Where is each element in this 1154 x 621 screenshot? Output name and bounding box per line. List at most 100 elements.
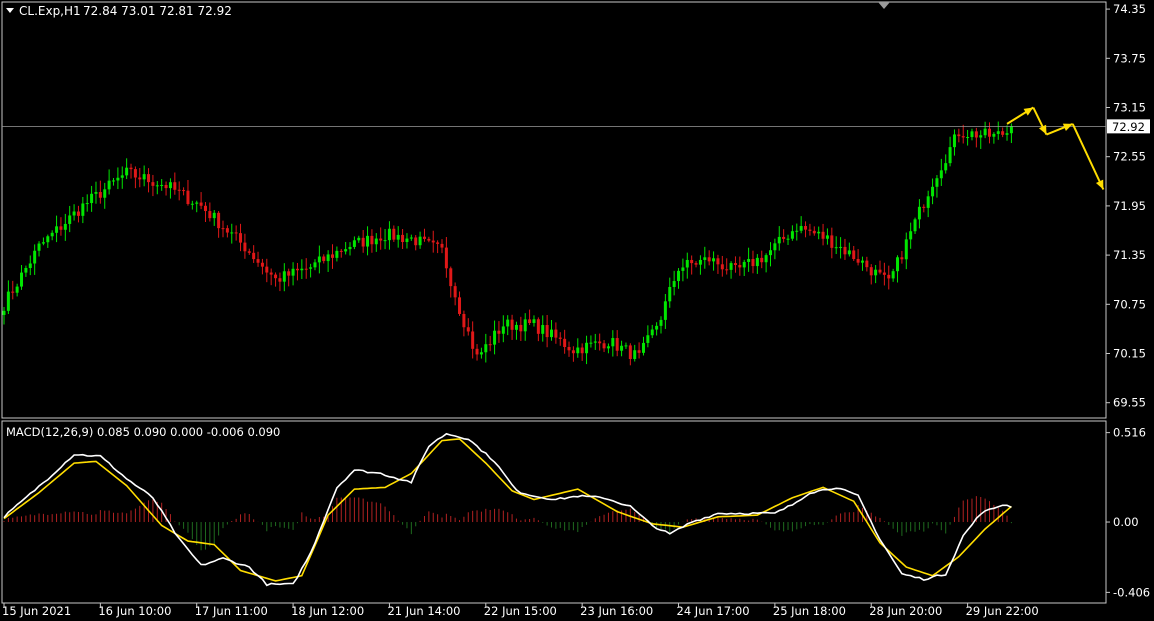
candle-body-134 xyxy=(589,342,593,344)
candle-body-203 xyxy=(891,271,895,279)
candle-body-93 xyxy=(409,237,413,239)
candle-body-16 xyxy=(72,211,76,216)
macd-header: MACD(12,26,9) 0.085 0.090 0.000 -0.006 0… xyxy=(6,425,280,439)
candle-body-32 xyxy=(142,174,146,180)
time-axis: 15 Jun 2021 16 Jun 10:00 17 Jun 11:00 18 Ju… xyxy=(2,603,1039,618)
candle-body-155 xyxy=(681,267,685,271)
candle-body-202 xyxy=(887,274,891,279)
candle-body-125 xyxy=(550,329,553,338)
candle-body-154 xyxy=(677,270,681,282)
candle-body-124 xyxy=(545,325,549,338)
candle-body-165 xyxy=(725,269,729,271)
candle-body-48 xyxy=(212,212,216,219)
candle-body-177 xyxy=(777,236,781,244)
candle-body-175 xyxy=(769,250,772,256)
candle-body-190 xyxy=(834,247,838,249)
candle-body-208 xyxy=(913,219,917,232)
time-tick-label-9: 28 Jun 20:00 xyxy=(869,604,942,618)
candle-body-171 xyxy=(751,258,755,267)
candle-body-1 xyxy=(6,291,10,311)
candle-body-112 xyxy=(493,330,497,345)
mt4-chart-window: CL.Exp,H1 72.84 73.01 72.81 72.92 MACD(1… xyxy=(0,0,1154,621)
candle-body-174 xyxy=(764,255,768,263)
candle-body-57 xyxy=(252,252,256,260)
candle-body-157 xyxy=(690,259,694,264)
time-tick-label-3: 18 Jun 12:00 xyxy=(291,604,364,618)
candle-body-127 xyxy=(558,337,562,339)
price-tick-label-6: 70.75 xyxy=(1113,297,1146,311)
candle-body-146 xyxy=(641,342,645,353)
candle-body-19 xyxy=(85,203,89,205)
candle-body-137 xyxy=(602,343,606,349)
candle-body-164 xyxy=(720,264,724,270)
candle-body-51 xyxy=(225,228,229,233)
candle-body-89 xyxy=(392,228,396,240)
candle-body-7 xyxy=(33,250,37,264)
candle-body-195 xyxy=(856,259,860,263)
candle-body-72 xyxy=(317,256,321,263)
candle-body-149 xyxy=(655,325,659,330)
candle-body-123 xyxy=(541,325,545,334)
time-tick-label-6: 23 Jun 16:00 xyxy=(580,604,653,618)
candle-body-21 xyxy=(94,192,98,194)
candle-body-10 xyxy=(46,236,50,243)
candle-body-156 xyxy=(685,259,689,268)
candle-body-71 xyxy=(313,262,317,268)
candle-body-117 xyxy=(514,324,518,330)
candle-body-153 xyxy=(672,281,676,287)
candle-body-65 xyxy=(287,271,291,276)
candle-body-214 xyxy=(939,170,943,179)
candle-body-220 xyxy=(966,137,970,139)
candle-body-29 xyxy=(129,167,133,170)
candle-body-53 xyxy=(234,232,238,234)
candle-body-139 xyxy=(611,338,615,347)
candle-body-13 xyxy=(59,226,63,230)
candle-body-148 xyxy=(650,329,654,336)
current-price-label: 72.92 xyxy=(1112,120,1145,134)
candle-body-91 xyxy=(401,234,405,243)
candle-body-0 xyxy=(2,310,6,315)
price-tick-label-7: 70.15 xyxy=(1113,347,1146,361)
candle-body-199 xyxy=(874,269,878,276)
candle-body-183 xyxy=(804,226,808,230)
candle-body-194 xyxy=(852,250,856,260)
candle-body-145 xyxy=(637,350,641,353)
candle-body-39 xyxy=(173,182,177,190)
candle-body-132 xyxy=(580,347,584,354)
candle-body-97 xyxy=(427,238,431,241)
candle-body-219 xyxy=(961,136,965,138)
candle-body-103 xyxy=(453,286,457,298)
time-tick-label-4: 21 Jun 14:00 xyxy=(387,604,460,618)
candle-body-113 xyxy=(497,330,501,334)
time-tick-label-8: 25 Jun 18:00 xyxy=(773,604,846,618)
candle-body-102 xyxy=(449,268,453,287)
candle-body-69 xyxy=(304,268,308,270)
symbol-timeframe: CL.Exp,H1 xyxy=(19,4,81,18)
candle-body-79 xyxy=(348,246,352,250)
candle-body-135 xyxy=(593,341,597,343)
candle-body-83 xyxy=(366,235,370,247)
candle-body-34 xyxy=(151,182,155,186)
candle-body-23 xyxy=(103,189,107,198)
candle-body-88 xyxy=(387,228,391,241)
candle-body-212 xyxy=(931,186,935,197)
candle-body-133 xyxy=(585,342,589,354)
candle-body-46 xyxy=(203,205,207,212)
candle-body-201 xyxy=(882,272,886,275)
candle-body-35 xyxy=(155,185,159,187)
candle-body-52 xyxy=(230,232,234,234)
candle-body-143 xyxy=(628,345,632,359)
candle-body-151 xyxy=(663,301,667,320)
candle-body-47 xyxy=(208,211,212,219)
candle-body-119 xyxy=(523,319,527,332)
candle-body-42 xyxy=(186,190,190,205)
candle-body-180 xyxy=(790,231,794,239)
candle-body-15 xyxy=(68,215,72,224)
candle-body-50 xyxy=(221,228,225,230)
candle-body-80 xyxy=(352,240,356,247)
candle-body-107 xyxy=(471,331,475,349)
candle-body-62 xyxy=(274,274,278,279)
candle-body-159 xyxy=(698,259,702,265)
candle-body-198 xyxy=(869,267,873,276)
price-tick-label-4: 71.95 xyxy=(1113,199,1146,213)
